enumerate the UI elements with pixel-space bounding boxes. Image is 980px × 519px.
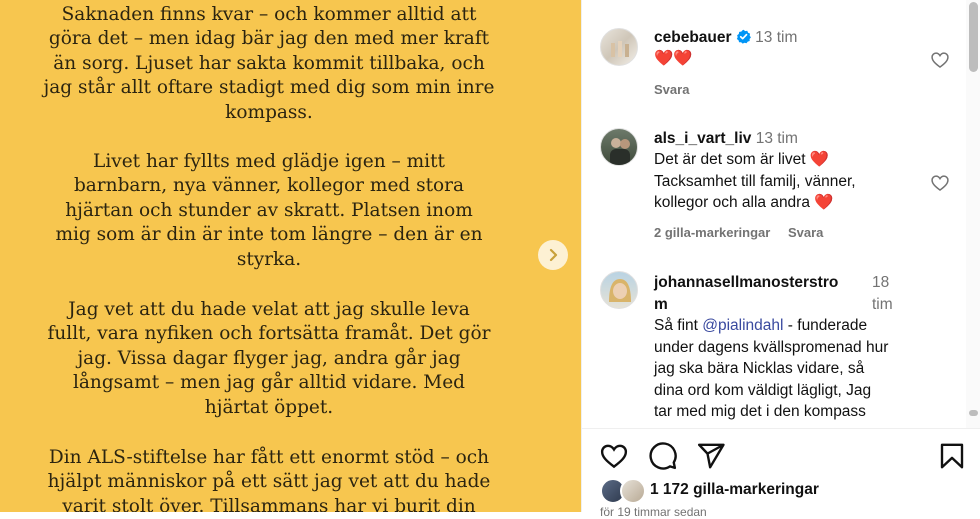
comment-text: Så fint @pialindahl - funderade under da…	[654, 315, 888, 423]
avatar-photo	[611, 41, 629, 57]
bookmark-icon[interactable]	[937, 441, 967, 471]
comment-text-line: Så fint @pialindahl - funderade	[654, 317, 868, 334]
likes-count[interactable]: 1 172 gilla-markeringar	[650, 481, 819, 499]
comment-username[interactable]: cebebauer	[654, 29, 732, 46]
post-paragraph-1: Saknaden finns kvar – och kommer alltid …	[43, 4, 495, 123]
comment-text-line: kollegor och alla andra ❤️	[654, 194, 834, 212]
comment-username-part: m	[654, 295, 668, 313]
comment-text: ❤️❤️	[654, 50, 693, 67]
avatar[interactable]	[600, 128, 638, 166]
comment-text: Det är det som är livet ❤️ Tacksamhet ti…	[654, 149, 856, 214]
comment-timestamp: 13 tim	[755, 29, 798, 46]
comment-timestamp: 13 tim	[755, 130, 798, 147]
comments-panel: cebebauer 13 tim ❤️❤️ Svara als_i_vart_l…	[581, 0, 980, 519]
comment-timestamp: 18 tim	[872, 274, 893, 313]
reply-button[interactable]: Svara	[654, 82, 689, 97]
reply-button[interactable]: Svara	[788, 225, 823, 240]
liker-avatar	[620, 478, 646, 504]
avatar-photo	[610, 138, 630, 165]
comment-text-line: tar med mig det i den kompass	[654, 403, 866, 421]
comment-text-line: dina ord kom väldigt lägligt, Jag	[654, 381, 872, 399]
comments-list[interactable]: cebebauer 13 tim ❤️❤️ Svara als_i_vart_l…	[582, 0, 966, 428]
post-paragraph-3: Jag vet att du hade velat att jag skulle…	[47, 299, 491, 418]
share-send-icon[interactable]	[696, 441, 726, 471]
comment-text-line: Det är det som är livet ❤️	[654, 151, 830, 168]
like-comment-heart-icon[interactable]	[930, 173, 950, 193]
comment-text-line: Tacksamhet till familj, vänner,	[654, 172, 856, 190]
avatar-photo	[609, 279, 631, 302]
post-date[interactable]: för 19 timmar sedan	[600, 505, 707, 519]
next-image-button[interactable]	[538, 240, 568, 270]
comment-username[interactable]: johannasellmanosterstro m	[654, 272, 854, 315]
post-paragraph-2: Livet har fyllts med glädje igen – mitt …	[55, 151, 483, 270]
verified-badge-icon	[736, 29, 751, 44]
comment-text-line: jag ska bära Nicklas vidare, så	[654, 360, 865, 378]
post-paragraph-4: Din ALS-stiftelse har fått ett enormt st…	[47, 447, 491, 512]
comment-text-line: under dagens kvällspromenad hur	[654, 338, 889, 356]
comment-bubble-icon[interactable]	[648, 441, 678, 471]
comment-username-part: johannasellmanosterstro	[654, 274, 839, 291]
comments-scrollbar[interactable]	[966, 0, 980, 428]
heart-outline-icon[interactable]	[599, 441, 629, 471]
avatar[interactable]	[600, 271, 638, 309]
mention-link[interactable]: @pialindahl	[702, 317, 783, 334]
chevron-right-icon	[549, 248, 558, 262]
comment-username[interactable]: als_i_vart_liv	[654, 130, 751, 147]
comment-likes-count[interactable]: 2 gilla-markeringar	[654, 225, 770, 240]
scrollbar-thumb-end	[969, 410, 978, 416]
scrollbar-thumb[interactable]	[969, 2, 978, 72]
like-comment-heart-icon[interactable]	[930, 50, 950, 70]
post-image: Saknaden finns kvar – och kommer alltid …	[0, 0, 581, 512]
avatar[interactable]	[600, 28, 638, 66]
